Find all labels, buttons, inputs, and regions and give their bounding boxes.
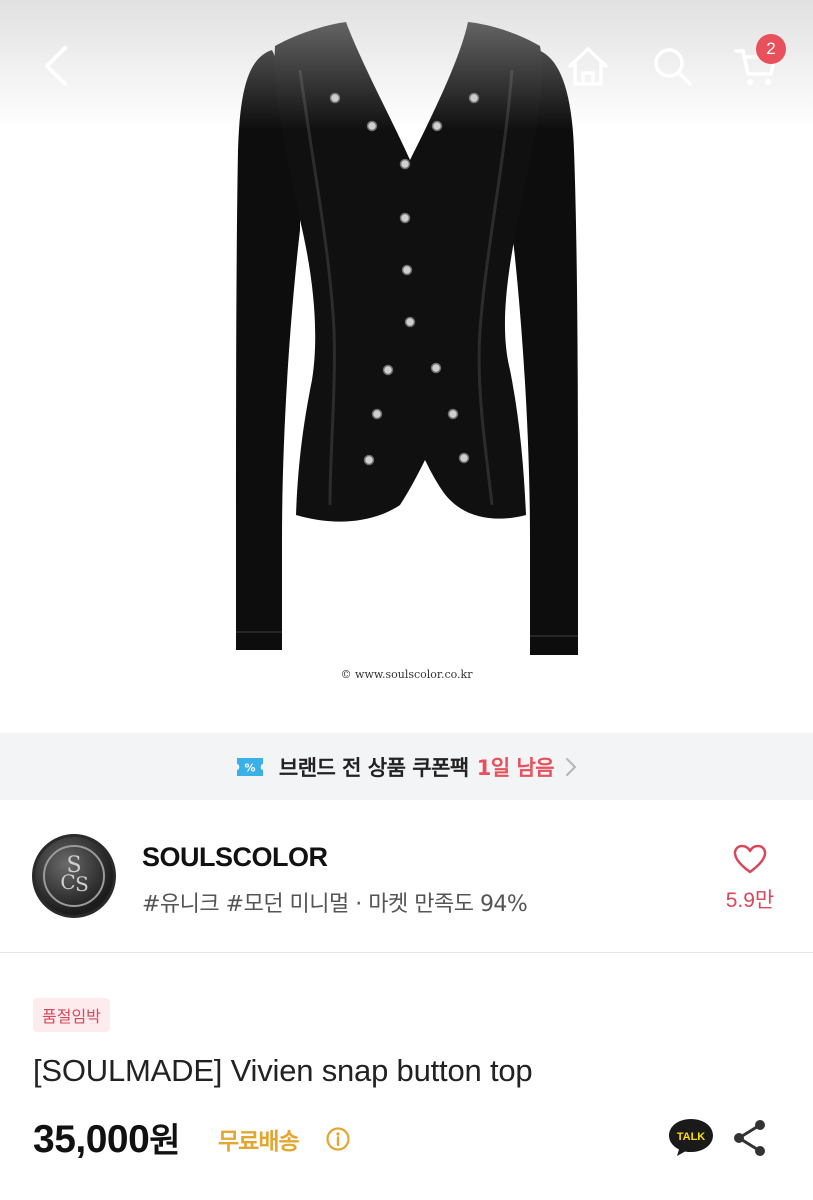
store-like-button[interactable]: 5.9만 — [712, 844, 788, 914]
store-info-row: S C S SOULSCOLOR #유니크 #모던 미니멀 · 마켓 만족도 9… — [0, 800, 813, 952]
chevron-left-icon — [45, 46, 67, 86]
stock-status-badge: 품절임박 — [33, 998, 110, 1032]
price-amount: 35,000 — [33, 1118, 150, 1161]
store-logo-emblem: S C S — [43, 845, 105, 907]
product-title: [SOULMADE] Vivien snap button top — [33, 1053, 533, 1088]
coupon-banner[interactable]: % 브랜드 전 상품 쿠폰팩 1일 남음 — [0, 733, 813, 800]
section-divider — [0, 952, 813, 953]
price-unit: 원 — [149, 1121, 181, 1161]
top-navigation-bar: 2 — [0, 0, 813, 130]
home-button[interactable] — [560, 38, 616, 94]
home-icon — [568, 47, 608, 86]
coupon-banner-text: 브랜드 전 상품 쿠폰팩 — [278, 755, 469, 780]
search-button[interactable] — [644, 38, 700, 94]
search-icon — [654, 48, 692, 86]
kakao-talk-button[interactable]: TALK — [666, 1116, 716, 1158]
svg-text:S: S — [75, 872, 89, 896]
chevron-right-icon — [566, 757, 577, 776]
store-name[interactable]: SOULSCOLOR — [142, 842, 328, 873]
product-price: 35,000원 — [33, 1113, 181, 1162]
cart-button[interactable]: 2 — [728, 34, 786, 94]
coupon-ticket-icon: % — [236, 757, 263, 776]
store-like-count: 5.9만 — [725, 889, 775, 912]
back-button[interactable] — [28, 38, 84, 94]
free-shipping-label: 무료배송 — [218, 1129, 300, 1155]
svg-text:C: C — [60, 870, 75, 894]
coupon-days-left: 1일 남음 — [476, 755, 555, 780]
cart-count-badge: 2 — [756, 34, 786, 64]
talk-label: TALK — [677, 1131, 706, 1143]
heart-icon — [733, 844, 767, 874]
store-logo[interactable]: S C S — [32, 834, 116, 918]
share-icon[interactable] — [728, 1116, 772, 1160]
store-tags: #유니크 #모던 미니멀 · 마켓 만족도 94% — [142, 892, 528, 917]
image-watermark: © www.soulscolor.co.kr — [340, 668, 473, 681]
info-icon[interactable] — [325, 1126, 351, 1152]
svg-text:%: % — [244, 761, 255, 774]
